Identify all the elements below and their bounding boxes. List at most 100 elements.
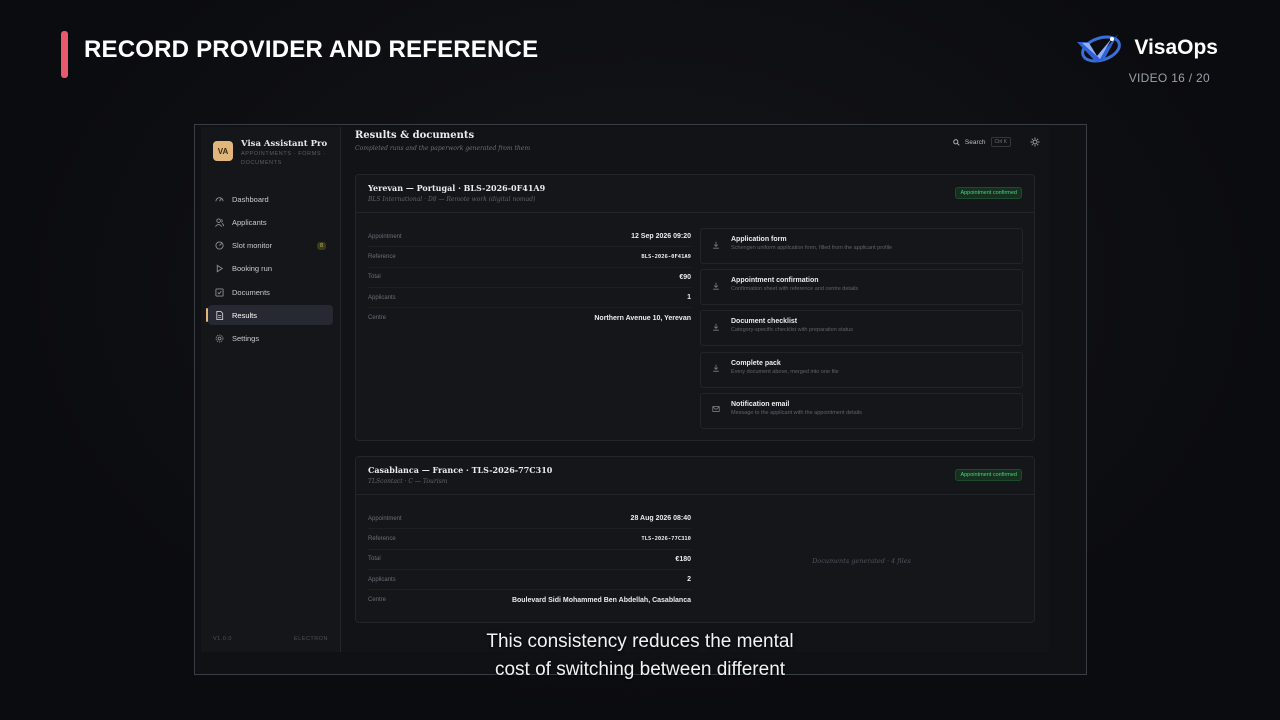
result-card: Yerevan — Portugal · BLS-2026-0F41A9 BLS… <box>355 174 1035 441</box>
radar-icon <box>215 241 224 250</box>
sidebar-nav: Dashboard Applicants Slot monitor 8 Book… <box>201 189 340 349</box>
caption-line: cost of switching between different <box>494 659 786 680</box>
result-subtitle: TLScontact · C — Tourism <box>368 478 448 485</box>
visaops-logo-icon <box>1077 34 1122 63</box>
document-item-application-form[interactable]: Application form Schengen uniform applica… <box>700 228 1023 264</box>
document-item-appointment-confirmation[interactable]: Appointment confirmation Confirmation she… <box>700 269 1023 306</box>
detail-key: Reference <box>368 535 396 542</box>
slot-count-badge: 8 <box>317 241 326 250</box>
detail-value: Northern Avenue 10, Yerevan <box>594 314 691 322</box>
detail-row-appointment: Appointment 28 Aug 2026 08:40 <box>368 509 691 530</box>
detail-row-total: Total €90 <box>368 268 691 288</box>
sidebar-item-settings[interactable]: Settings <box>208 329 333 349</box>
users-icon <box>215 218 224 227</box>
download-icon <box>711 240 720 249</box>
sidebar-item-results[interactable]: Results <box>206 305 333 326</box>
detail-value: €90 <box>679 273 691 281</box>
search-shortcut: Ctrl K <box>990 137 1011 147</box>
sidebar-item-dashboard[interactable]: Dashboard <box>208 189 333 209</box>
detail-value: BLS-2026-0F41A9 <box>641 253 691 260</box>
document-title: Application form <box>731 236 787 243</box>
document-list: Application form Schengen uniform applica… <box>700 228 1023 434</box>
detail-row-appointment: Appointment 12 Sep 2026 09:20 <box>368 227 691 248</box>
detail-key: Reference <box>368 253 396 260</box>
result-subtitle: BLS International · D8 — Remote work (di… <box>368 196 536 203</box>
topbar-actions: Search Ctrl K <box>953 136 1041 148</box>
result-card-header: Casablanca — France · TLS-2026-77C310 TL… <box>356 457 1034 495</box>
detail-row-centre: Centre Boulevard Sidi Mohammed Ben Abdell… <box>368 590 691 610</box>
caption-line: This consistency reduces the mental <box>486 631 794 652</box>
detail-key: Applicants <box>368 576 396 583</box>
result-card: Casablanca — France · TLS-2026-77C310 TL… <box>355 456 1035 623</box>
document-title: Appointment confirmation <box>731 277 819 285</box>
title-accent-bar <box>61 31 68 78</box>
search-label: Search <box>964 138 986 146</box>
search-icon <box>953 138 960 146</box>
sidebar-item-label: Documents <box>232 287 270 297</box>
result-details: Appointment 28 Aug 2026 08:40 Reference TL… <box>368 509 691 610</box>
page-subtitle: Completed runs and the paperwork generat… <box>355 145 531 152</box>
brand-name: VisaOps <box>1134 36 1218 59</box>
sidebar-item-documents[interactable]: Documents <box>208 282 333 302</box>
document-item-notification-email[interactable]: Notification email Message to the applica… <box>700 392 1023 429</box>
detail-value: TLS-2026-77C310 <box>641 535 691 542</box>
gauge-icon <box>215 195 224 204</box>
page-title: Results & documents <box>355 130 475 141</box>
download-icon <box>711 364 720 373</box>
sidebar-item-label: Slot monitor <box>232 241 273 251</box>
detail-key: Total <box>368 556 381 563</box>
document-description: Category-specific checklist with prepara… <box>731 327 853 334</box>
sidebar-item-booking-run[interactable]: Booking run <box>208 259 333 279</box>
sidebar-item-label: Settings <box>232 334 260 344</box>
app-tagline: APPOINTMENTS · FORMS · <box>241 151 326 157</box>
document-title: Complete pack <box>731 359 781 367</box>
mail-icon <box>711 405 720 414</box>
sidebar: VA Visa Assistant Pro APPOINTMENTS · FOR… <box>201 127 341 652</box>
detail-value: 12 Sep 2026 09:20 <box>631 233 691 241</box>
play-icon <box>215 264 224 273</box>
detail-key: Total <box>368 274 381 281</box>
checkbox-icon <box>215 288 224 297</box>
sun-icon <box>1030 137 1040 147</box>
detail-value: 28 Aug 2026 08:40 <box>630 515 691 523</box>
detail-value: 1 <box>687 294 691 302</box>
document-description: Schengen uniform application form, fille… <box>731 245 893 251</box>
video-title: RECORD PROVIDER AND REFERENCE <box>84 36 539 63</box>
sidebar-item-label: Booking run <box>232 264 273 274</box>
detail-value: €180 <box>675 555 691 563</box>
result-details: Appointment 12 Sep 2026 09:20 Reference BL… <box>368 227 691 328</box>
detail-row-reference: Reference TLS-2026-77C310 <box>368 529 691 550</box>
download-icon <box>711 281 720 290</box>
result-title: Casablanca — France · TLS-2026-77C310 <box>368 465 553 475</box>
detail-row-centre: Centre Northern Avenue 10, Yerevan <box>368 308 691 328</box>
detail-value: 2 <box>687 576 691 584</box>
document-item-document-checklist[interactable]: Document checklist Category-specific chec… <box>700 310 1023 347</box>
video-counter: VIDEO 16 / 20 <box>1128 71 1210 85</box>
result-card-header: Yerevan — Portugal · BLS-2026-0F41A9 BLS… <box>356 175 1034 213</box>
detail-key: Centre <box>368 597 387 604</box>
result-title: Yerevan — Portugal · BLS-2026-0F41A9 <box>368 183 546 193</box>
status-badge: Appointment confirmed <box>955 187 1022 199</box>
app-window: VA Visa Assistant Pro APPOINTMENTS · FOR… <box>194 124 1087 675</box>
sidebar-item-applicants[interactable]: Applicants <box>208 212 333 232</box>
app-tagline-2: DOCUMENTS <box>241 160 282 166</box>
file-icon <box>215 310 224 320</box>
main-content: Results & documents Completed runs and t… <box>341 127 1049 652</box>
brand: VisaOps <box>1074 30 1218 66</box>
document-item-complete-pack[interactable]: Complete pack Every document above, merge… <box>700 351 1023 388</box>
detail-value: Boulevard Sidi Mohammed Ben Abdellah, Ca… <box>511 596 691 604</box>
theme-toggle-button[interactable] <box>1029 136 1041 148</box>
detail-row-reference: Reference BLS-2026-0F41A9 <box>368 247 691 268</box>
sidebar-item-slot-monitor[interactable]: Slot monitor 8 <box>208 236 333 256</box>
document-title: Notification email <box>731 400 790 408</box>
detail-key: Appointment <box>368 233 402 240</box>
detail-row-applicants: Applicants 2 <box>368 570 691 591</box>
sidebar-item-label: Results <box>232 310 258 320</box>
download-icon <box>711 322 720 331</box>
detail-row-total: Total €180 <box>368 550 691 570</box>
document-description: Confirmation sheet with reference and ce… <box>731 286 859 293</box>
detail-row-applicants: Applicants 1 <box>368 288 691 309</box>
document-description: Message to the applicant with the appoin… <box>731 409 862 416</box>
video-caption: This consistency reduces the mental cost… <box>0 628 1280 684</box>
search-button[interactable]: Search Ctrl K <box>953 137 1011 147</box>
